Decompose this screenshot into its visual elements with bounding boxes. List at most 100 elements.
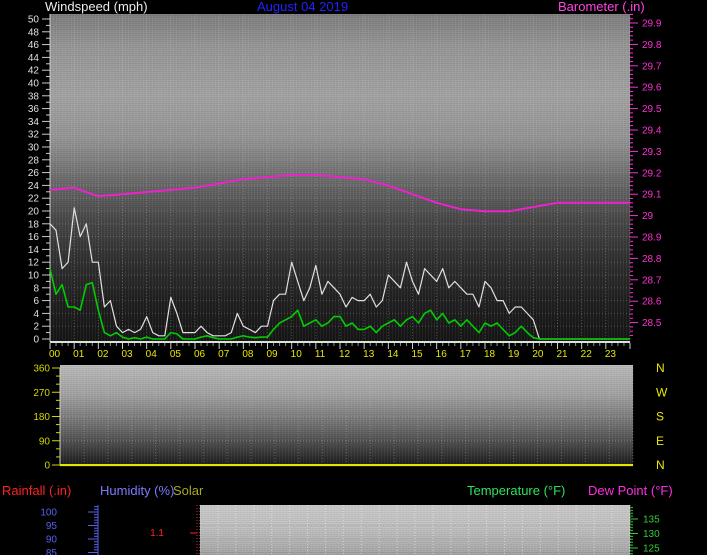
svg-text:360: 360 (33, 364, 50, 375)
svg-text:32: 32 (28, 130, 40, 141)
svg-text:28.9: 28.9 (642, 233, 662, 244)
svg-text:28.5: 28.5 (642, 318, 662, 329)
temperature-label: Temperature (°F) (467, 483, 566, 498)
svg-text:28.6: 28.6 (642, 297, 662, 308)
chart3-grid (199, 505, 631, 555)
svg-text:03: 03 (122, 349, 134, 360)
svg-text:90: 90 (46, 535, 58, 546)
svg-text:4: 4 (33, 309, 39, 320)
svg-text:42: 42 (28, 66, 40, 77)
svg-text:28.8: 28.8 (642, 254, 662, 265)
svg-text:13: 13 (363, 349, 375, 360)
svg-text:46: 46 (28, 40, 40, 51)
humidity-label: Humidity (%) (100, 483, 175, 498)
svg-text:38: 38 (28, 91, 40, 102)
svg-text:02: 02 (97, 349, 109, 360)
svg-text:08: 08 (242, 349, 254, 360)
chart2-compass-letters: NWSEN (656, 361, 668, 472)
svg-text:28.7: 28.7 (642, 275, 662, 286)
svg-text:2: 2 (33, 322, 39, 333)
svg-text:95: 95 (46, 521, 58, 532)
chart3-rainfall-axis: 1.1 (150, 505, 198, 555)
svg-text:29.7: 29.7 (642, 61, 662, 72)
svg-text:22: 22 (581, 349, 593, 360)
svg-text:05: 05 (170, 349, 182, 360)
svg-text:100: 100 (40, 508, 57, 519)
svg-text:24: 24 (28, 181, 40, 192)
svg-text:09: 09 (267, 349, 279, 360)
svg-text:8: 8 (33, 283, 39, 294)
svg-text:130: 130 (643, 529, 660, 540)
svg-text:34: 34 (28, 117, 40, 128)
svg-text:90: 90 (39, 436, 51, 447)
chart1-windspeed-axis: 5048464442403836343230282624222018161412… (28, 14, 51, 346)
barometer-line (49, 173, 630, 213)
svg-text:20: 20 (532, 349, 544, 360)
svg-text:29.9: 29.9 (642, 19, 662, 30)
dew-point-label: Dew Point (°F) (588, 483, 673, 498)
svg-text:16: 16 (436, 349, 448, 360)
svg-text:29.8: 29.8 (642, 40, 662, 51)
svg-text:26: 26 (28, 168, 40, 179)
svg-text:50: 50 (28, 15, 40, 26)
svg-text:06: 06 (194, 349, 206, 360)
svg-text:29.1: 29.1 (642, 190, 662, 201)
svg-text:10: 10 (28, 271, 40, 282)
svg-text:18: 18 (484, 349, 496, 360)
svg-text:20: 20 (28, 207, 40, 218)
svg-text:36: 36 (28, 104, 40, 115)
svg-text:29.3: 29.3 (642, 147, 662, 158)
chart3-humidity-axis: 100 95 90 85 (40, 505, 99, 555)
svg-text:04: 04 (146, 349, 158, 360)
svg-text:6: 6 (33, 296, 39, 307)
svg-text:12: 12 (339, 349, 351, 360)
solar-label: Solar (173, 483, 204, 498)
svg-text:19: 19 (508, 349, 520, 360)
chart1-barometer-axis: 29.9 29.8 29.7 29.6 29.5 29.4 29.3 29.2 29.1 29 28… (630, 13, 662, 336)
svg-text:N: N (656, 361, 665, 375)
svg-text:29.2: 29.2 (642, 168, 662, 179)
svg-text:135: 135 (643, 515, 660, 526)
svg-text:21: 21 (557, 349, 569, 360)
svg-text:17: 17 (460, 349, 472, 360)
svg-text:44: 44 (28, 53, 40, 64)
svg-text:40: 40 (28, 79, 40, 90)
svg-text:85: 85 (46, 548, 58, 555)
svg-text:E: E (656, 434, 664, 448)
charts-overlay: 5048464442403836343230282624222018161412… (28, 13, 668, 555)
weather-graph-screen: Windspeed (mph) August 04 2019 Barometer… (0, 0, 707, 555)
svg-text:0: 0 (33, 335, 39, 346)
svg-text:15: 15 (412, 349, 424, 360)
svg-text:48: 48 (28, 27, 40, 38)
svg-text:N: N (656, 458, 665, 472)
svg-text:S: S (656, 410, 664, 424)
svg-text:125: 125 (643, 544, 660, 555)
svg-text:14: 14 (28, 245, 40, 256)
chart1-hour-axis: 00 01 02 03 04 05 06 07 08 09 10 11 12 13 14 15 16 17 18 19… (49, 341, 631, 360)
svg-text:29.4: 29.4 (642, 126, 662, 137)
svg-text:30: 30 (28, 143, 40, 154)
svg-text:11: 11 (315, 349, 326, 360)
svg-text:1.1: 1.1 (150, 528, 164, 539)
svg-text:10: 10 (291, 349, 303, 360)
svg-text:22: 22 (28, 194, 40, 205)
chart2-direction-axis: 360 270 180 90 0 (33, 364, 633, 472)
svg-text:0: 0 (44, 461, 50, 472)
svg-text:23: 23 (605, 349, 617, 360)
svg-text:00: 00 (49, 349, 61, 360)
chart2-grid (59, 367, 634, 465)
wind-average-line (49, 268, 630, 340)
svg-text:W: W (656, 385, 668, 399)
rainfall-label: Rainfall (.in) (2, 483, 72, 498)
svg-text:180: 180 (33, 412, 50, 423)
svg-text:29.5: 29.5 (642, 104, 662, 115)
svg-text:12: 12 (28, 258, 40, 269)
chart3-temperature-axis: 135 130 125 (630, 506, 660, 555)
svg-text:14: 14 (387, 349, 399, 360)
svg-text:29: 29 (642, 211, 654, 222)
svg-text:29.6: 29.6 (642, 83, 662, 94)
svg-text:270: 270 (33, 388, 50, 399)
svg-text:16: 16 (28, 232, 40, 243)
svg-text:28: 28 (28, 155, 40, 166)
svg-text:01: 01 (73, 349, 85, 360)
